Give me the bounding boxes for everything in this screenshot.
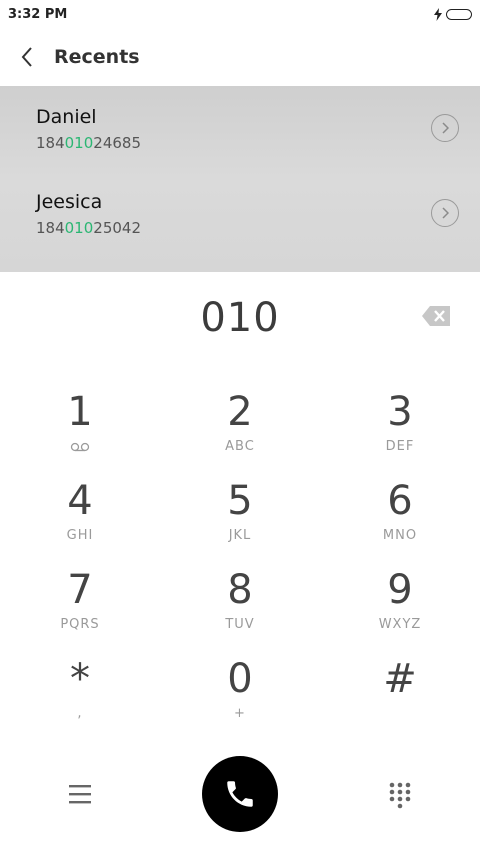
key-letters: + <box>234 706 246 721</box>
key-1[interactable]: 1 <box>0 388 160 477</box>
header: Recents <box>0 28 480 86</box>
status-icons <box>434 7 472 21</box>
key-digit: 0 <box>227 656 253 702</box>
key-2[interactable]: 2 ABC <box>160 388 320 477</box>
key-7[interactable]: 7 PQRS <box>0 566 160 655</box>
page-title: Recents <box>54 46 140 68</box>
key-letters: MNO <box>382 528 418 543</box>
key-digit: 6 <box>387 478 413 524</box>
call-button[interactable] <box>202 756 278 832</box>
backspace-icon <box>422 306 450 326</box>
contact-name: Daniel <box>36 106 97 128</box>
dial-keypad: 1 2 ABC 3 DEF 4 GHI 5 JKL 6 MNO 7 PQRS 8… <box>0 388 480 744</box>
key-digit: 3 <box>387 389 413 435</box>
key-star[interactable]: * , <box>0 655 160 744</box>
key-digit: 7 <box>67 567 93 613</box>
key-letters: ABC <box>225 439 255 454</box>
battery-icon <box>446 8 472 20</box>
key-digit: 9 <box>387 567 413 613</box>
bottom-bar <box>0 756 480 832</box>
contact-number: 18401025042 <box>36 219 141 237</box>
phone-icon <box>227 781 253 807</box>
chevron-left-icon <box>21 47 32 67</box>
key-0[interactable]: 0 + <box>160 655 320 744</box>
number-match-highlight: 010 <box>64 134 94 152</box>
number-suffix: 25042 <box>93 219 141 237</box>
chevron-right-icon <box>442 207 449 219</box>
key-letters: WXYZ <box>378 617 422 632</box>
key-digit: 1 <box>67 389 93 435</box>
back-button[interactable] <box>0 28 54 86</box>
dialed-number: 010 <box>200 295 280 341</box>
recents-list: Daniel 18401024685 Jeesica 18401025042 <box>0 86 480 272</box>
key-9[interactable]: 9 WXYZ <box>320 566 480 655</box>
key-letters: , <box>77 706 83 721</box>
contact-detail-button[interactable] <box>431 199 459 227</box>
key-6[interactable]: 6 MNO <box>320 477 480 566</box>
key-digit: 5 <box>227 478 253 524</box>
key-3[interactable]: 3 DEF <box>320 388 480 477</box>
number-prefix: 184 <box>36 219 65 237</box>
chevron-right-icon <box>442 122 449 134</box>
dialpad-icon <box>389 782 411 809</box>
key-letters: DEF <box>385 439 415 454</box>
voicemail-icon <box>70 442 90 452</box>
key-digit: 2 <box>227 389 253 435</box>
menu-button[interactable] <box>66 782 94 806</box>
contact-name: Jeesica <box>36 191 103 213</box>
recent-item[interactable]: Daniel 18401024685 <box>0 86 480 171</box>
key-digit: 4 <box>67 478 93 524</box>
key-digit: * <box>70 656 90 702</box>
charging-bolt-icon <box>434 7 442 21</box>
number-match-highlight: 010 <box>64 219 94 237</box>
key-hash[interactable]: # <box>320 655 480 744</box>
contact-number: 18401024685 <box>36 134 141 152</box>
status-bar: 3:32 PM <box>0 0 480 28</box>
key-8[interactable]: 8 TUV <box>160 566 320 655</box>
key-digit: 8 <box>227 567 253 613</box>
status-time: 3:32 PM <box>8 6 68 22</box>
number-suffix: 24685 <box>93 134 141 152</box>
recent-item[interactable]: Jeesica 18401025042 <box>0 171 480 256</box>
key-letters: GHI <box>66 528 94 543</box>
key-letters: JKL <box>228 528 252 543</box>
hamburger-menu-icon <box>69 785 91 804</box>
key-letters: PQRS <box>60 617 100 632</box>
number-prefix: 184 <box>36 134 65 152</box>
key-4[interactable]: 4 GHI <box>0 477 160 566</box>
dialpad-toggle-button[interactable] <box>386 781 414 809</box>
key-digit: # <box>383 656 417 702</box>
contact-detail-button[interactable] <box>431 114 459 142</box>
key-5[interactable]: 5 JKL <box>160 477 320 566</box>
backspace-button[interactable] <box>421 305 451 327</box>
key-letters: TUV <box>225 617 255 632</box>
